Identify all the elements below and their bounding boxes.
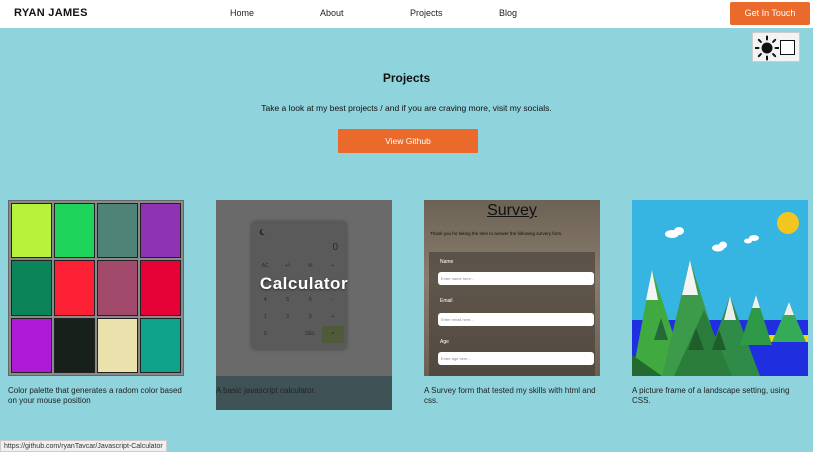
calculator-key[interactable]: + xyxy=(322,309,345,326)
palette-swatch[interactable] xyxy=(11,260,52,316)
calculator-key[interactable]: 4 xyxy=(254,292,277,309)
project-caption: A Survey form that tested my skills with… xyxy=(424,386,596,405)
calculator-key[interactable] xyxy=(277,326,300,343)
calculator-value: 0 xyxy=(332,242,338,253)
survey-label-name: Name xyxy=(440,259,454,265)
calculator-key[interactable]: 2 xyxy=(277,309,300,326)
survey-form: Name Enter name here... Email Enter emai… xyxy=(429,252,595,376)
brand-logo[interactable]: RYAN JAMES xyxy=(14,7,88,19)
calculator-key[interactable]: 3 xyxy=(299,309,322,326)
landscape-thumbnail[interactable] xyxy=(632,200,808,376)
palette-swatch[interactable] xyxy=(140,260,181,316)
palette-swatch[interactable] xyxy=(140,317,181,373)
calculator-key[interactable]: ÷ xyxy=(322,258,345,275)
calculator-key[interactable]: 5 xyxy=(277,292,300,309)
calculator-thumbnail[interactable]: 0 AC +/-% ÷ 7 8 9 × 4 5 6−1 2 3 +0 DEL = Calculator xyxy=(216,200,392,376)
calculator-key[interactable]: +/- xyxy=(277,258,300,275)
landscape-illustration xyxy=(632,200,808,376)
palette-swatch[interactable] xyxy=(97,203,138,259)
sun-icon xyxy=(755,35,779,61)
calculator-key[interactable]: 1 xyxy=(254,309,277,326)
calculator-title: Calculator xyxy=(259,274,349,293)
palette-swatch[interactable] xyxy=(11,203,52,259)
view-github-button[interactable]: View Github xyxy=(338,129,478,153)
projects-title: Projects xyxy=(382,71,431,85)
survey-label-email: Email xyxy=(440,298,453,304)
survey-age-input[interactable]: Enter age here... xyxy=(438,352,594,365)
nav-link-projects[interactable]: Projects xyxy=(410,8,443,18)
calculator-keypad: AC +/-% ÷ 7 8 9 × 4 5 6−1 2 3 +0 DEL = xyxy=(254,258,344,343)
nav-link-about[interactable]: About xyxy=(320,8,344,18)
palette-swatch[interactable] xyxy=(54,203,95,259)
status-bar-url: https://github.com/ryanTavcar/Javascript… xyxy=(0,440,167,452)
navbar: RYAN JAMES Home About Projects Blog Get … xyxy=(0,0,813,28)
palette-thumbnail[interactable] xyxy=(8,200,184,376)
calculator-display: 0 xyxy=(256,226,342,256)
calculator-key[interactable]: % xyxy=(299,258,322,275)
palette-swatch[interactable] xyxy=(54,260,95,316)
palette-swatch[interactable] xyxy=(140,203,181,259)
survey-thumbnail[interactable]: Survey Thank you for taking the time to … xyxy=(424,200,600,376)
palette-swatch[interactable] xyxy=(97,260,138,316)
palette-swatch[interactable] xyxy=(54,317,95,373)
calculator-key[interactable]: − xyxy=(322,292,345,309)
calculator-key[interactable]: 0 xyxy=(254,326,277,343)
calculator-key[interactable]: DEL xyxy=(299,326,322,343)
theme-checkbox[interactable] xyxy=(780,40,795,55)
nav-link-home[interactable]: Home xyxy=(230,8,254,18)
nav-link-blog[interactable]: Blog xyxy=(499,8,517,18)
get-in-touch-button[interactable]: Get In Touch xyxy=(730,2,810,25)
moon-icon xyxy=(259,228,265,235)
project-caption: A picture frame of a landscape setting, … xyxy=(632,386,790,405)
palette-swatch[interactable] xyxy=(97,317,138,373)
calculator-key[interactable]: 6 xyxy=(299,292,322,309)
project-caption: Color palette that generates a radom col… xyxy=(8,386,182,405)
survey-name-input[interactable]: Enter name here... xyxy=(438,272,594,285)
survey-description: Thank you for taking the time to answer … xyxy=(430,231,563,236)
projects-subtitle: Take a look at my best projects / and if… xyxy=(261,103,552,113)
survey-label-age: Age xyxy=(440,339,449,345)
survey-email-input[interactable]: Enter email here... xyxy=(438,313,594,326)
theme-toggle[interactable] xyxy=(752,32,800,62)
calculator-key[interactable]: = xyxy=(321,326,344,343)
project-caption: A basic javascript calculator. xyxy=(216,386,317,395)
survey-title: Survey xyxy=(487,202,537,219)
palette-swatch[interactable] xyxy=(11,317,52,373)
calculator-key[interactable]: AC xyxy=(254,258,277,275)
